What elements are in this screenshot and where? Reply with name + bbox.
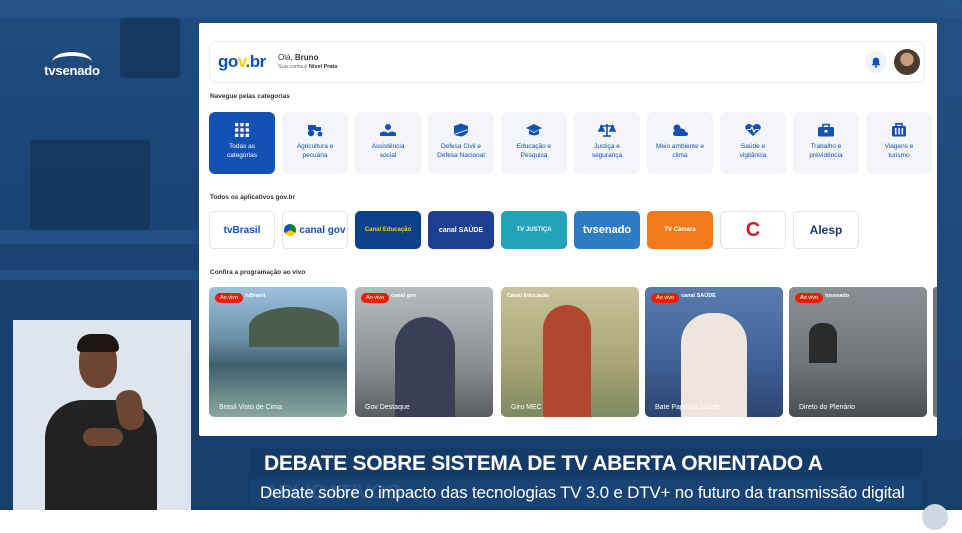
- cloud-sun-icon: [671, 122, 689, 138]
- presenter-image: [395, 317, 455, 417]
- channel-logo: canal SAÚDE: [681, 293, 716, 299]
- category-agriculture[interactable]: Agricultura e pecuária: [282, 112, 348, 174]
- app-tv-camara[interactable]: TV Câmara: [647, 211, 713, 249]
- live-title: Confira a programação ao vivo: [210, 269, 306, 276]
- subheadline-text: Debate sobre o impacto das tecnologias T…: [260, 483, 905, 502]
- category-all[interactable]: Todas as categorias: [209, 112, 275, 174]
- mountain-image: [249, 307, 339, 347]
- canalgov-logo-icon: [284, 224, 297, 236]
- notification-bell-icon[interactable]: [865, 51, 887, 73]
- corner-decoration: [916, 502, 962, 533]
- live-tile[interactable]: Ao vivo canal gov Gov Destaque: [355, 287, 493, 417]
- live-badge: Ao vivo: [795, 293, 824, 303]
- live-tile[interactable]: Ao vivo tvsenado Direto do Plenário: [789, 287, 927, 417]
- luggage-icon: [890, 122, 908, 138]
- live-tile-partial[interactable]: [933, 287, 937, 417]
- grid-icon: [233, 122, 251, 138]
- headline-bar: DEBATE SOBRE SISTEMA DE TV ABERTA ORIENT…: [250, 449, 922, 504]
- channel-logo: tvBrasil: [245, 293, 266, 299]
- heart-pulse-icon: [744, 122, 762, 138]
- live-tile[interactable]: Ao vivo tvBrasil Brasil Visto de Cima: [209, 287, 347, 417]
- user-greeting: Olá, Bruno Sua conta é Nível Prata: [278, 53, 338, 70]
- tractor-icon: [306, 122, 324, 138]
- background-shelf: [0, 270, 199, 280]
- presenter-image: [543, 305, 591, 417]
- category-social[interactable]: Assistência social: [355, 112, 421, 174]
- category-education[interactable]: Educação e Pesquisa: [501, 112, 567, 174]
- interpreter-hair: [77, 334, 119, 352]
- govbr-screen: gov.br Olá, Bruno Sua conta é Nível Prat…: [199, 23, 937, 436]
- background-chair: [120, 18, 180, 78]
- interpreter-hand: [83, 428, 123, 446]
- background-shelf: [937, 0, 962, 440]
- tile-caption: Direto do Plenário: [799, 404, 856, 411]
- live-badge: Ao vivo: [361, 293, 390, 303]
- app-tvbrasil[interactable]: tvBrasil: [209, 211, 275, 249]
- app-canal-saude[interactable]: canal SAÚDE: [428, 211, 494, 249]
- app-canal-educacao[interactable]: Canal Educação: [355, 211, 421, 249]
- category-defense[interactable]: Defesa Civil e Defesa Nacional: [428, 112, 494, 174]
- app-tv-justica[interactable]: TV JUSTIÇA: [501, 211, 567, 249]
- tile-caption: Gov Destaque: [365, 404, 410, 411]
- background-shelf: [0, 230, 199, 244]
- live-badge: Ao vivo: [215, 293, 244, 303]
- app-canalgov[interactable]: canal gov: [282, 211, 348, 249]
- header-bar: gov.br Olá, Bruno Sua conta é Nível Prat…: [209, 41, 925, 83]
- briefcase-icon: [817, 122, 835, 138]
- subheadline-bar: Debate sobre o impacto das tecnologias T…: [250, 480, 922, 506]
- hands-icon: [379, 122, 397, 138]
- live-tile[interactable]: Canal Educação Giro MEC: [501, 287, 639, 417]
- presenter-image: [681, 313, 747, 417]
- set-sign-image: [879, 323, 927, 349]
- category-travel[interactable]: Viagens e turismo: [866, 112, 932, 174]
- background-seats: [30, 140, 150, 230]
- app-c-channel[interactable]: C: [720, 211, 786, 249]
- scales-icon: [598, 122, 616, 138]
- tile-caption: Bate Papo na Saúde: [655, 404, 720, 411]
- app-alesp[interactable]: Alesp: [793, 211, 859, 249]
- shield-icon: [452, 122, 470, 138]
- presenter-image: [809, 323, 837, 363]
- categories-title: Navegue pelas categorias: [210, 93, 290, 100]
- category-health[interactable]: Saúde e vigilância: [720, 112, 786, 174]
- sign-language-interpreter: [13, 320, 191, 510]
- app-tvsenado[interactable]: tvsenado: [574, 211, 640, 249]
- apps-title: Todos os aplicativos gov.br: [210, 194, 295, 201]
- category-environment[interactable]: Meio ambiente e clima: [647, 112, 713, 174]
- category-justice[interactable]: Justiça e segurança: [574, 112, 640, 174]
- bottom-margin: [0, 510, 962, 533]
- channel-logo: canal gov: [391, 293, 417, 299]
- user-avatar[interactable]: [894, 49, 920, 75]
- tile-caption: Giro MEC: [511, 404, 542, 411]
- graduation-cap-icon: [525, 122, 543, 138]
- channel-logo: Canal Educação: [507, 293, 550, 299]
- category-work[interactable]: Trabalho e previdência: [793, 112, 859, 174]
- background-shelf: [0, 0, 962, 18]
- tvsenado-logo: tvsenado: [40, 52, 104, 78]
- channel-logo: tvsenado: [825, 293, 850, 299]
- live-tile[interactable]: Ao vivo canal SAÚDE Bate Papo na Saúde: [645, 287, 783, 417]
- govbr-logo[interactable]: gov.br: [218, 52, 266, 72]
- live-badge: Ao vivo: [651, 293, 680, 303]
- tile-caption: Brasil Visto de Cima: [219, 404, 282, 411]
